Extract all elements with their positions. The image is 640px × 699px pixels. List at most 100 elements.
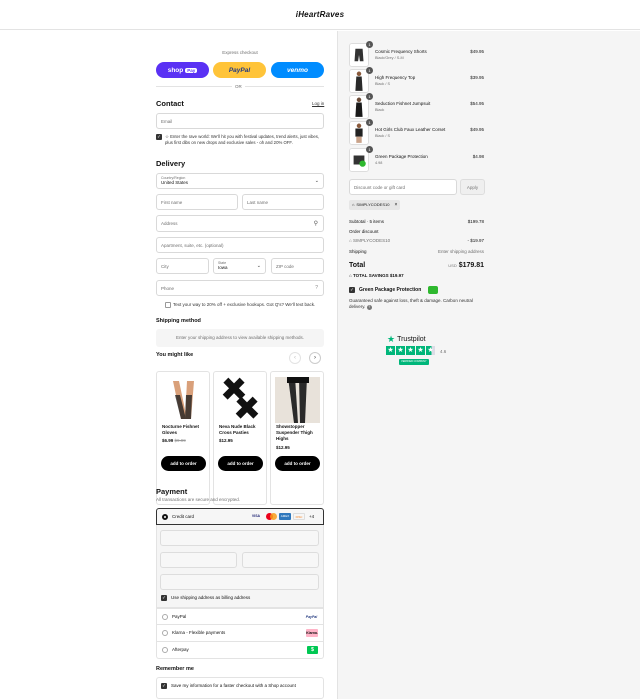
afterpay-option[interactable]: Afterpay $: [156, 642, 324, 659]
paypal-option[interactable]: PayPal PayPal: [156, 608, 324, 625]
shipping-method-notice: Enter your shipping address to view avai…: [156, 329, 324, 347]
marketing-optin-checkbox[interactable]: ✓: [156, 134, 162, 140]
star-icon: ★: [416, 346, 425, 355]
last-name-field[interactable]: Last name: [242, 194, 324, 210]
discount-tag: ⌂ SIMPLYCODES10 ×: [349, 200, 401, 210]
country-select[interactable]: Country/Region United States ⌄: [156, 173, 324, 189]
billing-same-label: Use shipping address as billing address: [171, 595, 251, 600]
shop-pay-label: shop: [167, 66, 184, 74]
cart-item: 1 Seduction Fishnet Jumpsuit Black: [349, 93, 485, 119]
carousel-prev-button[interactable]: ‹: [289, 352, 301, 364]
add-to-order-button[interactable]: add to order: [161, 456, 206, 471]
klarna-radio[interactable]: [162, 630, 168, 636]
upsell-title: You might like: [156, 352, 194, 358]
shop-pay-badge: Pay: [185, 67, 198, 73]
search-icon: ⚲: [313, 221, 318, 227]
remember-me-box: [156, 677, 324, 699]
upsell-card: Showstopper Suspender Thigh Highs $12.95…: [270, 371, 324, 505]
package-protection-checkbox[interactable]: ✓: [349, 287, 355, 293]
sms-optin-text: Text your way to 20% off + exclusive hoo…: [173, 302, 316, 307]
first-name-field[interactable]: First name: [156, 194, 238, 210]
trustpilot-rating-stars: ★ ★ ★ ★ ★: [386, 346, 435, 355]
expiry-field[interactable]: [160, 552, 237, 568]
afterpay-radio[interactable]: [162, 647, 168, 653]
shipping-label: Shipping: [349, 249, 367, 254]
add-to-order-button[interactable]: add to order: [275, 456, 320, 471]
klarna-option-label: Klarna - Flexible payments: [172, 630, 226, 635]
store-logo[interactable]: iHeartRaves: [0, 10, 640, 19]
venmo-button[interactable]: venmo: [271, 62, 324, 78]
afterpay-option-label: Afterpay: [172, 647, 189, 652]
mastercard-icon: [265, 513, 277, 520]
tag-icon: ⌂: [352, 202, 355, 207]
remove-discount-icon[interactable]: ×: [394, 200, 397, 210]
apply-discount-button[interactable]: Apply: [460, 179, 485, 195]
login-link[interactable]: Log in: [312, 101, 324, 106]
paypal-express-button[interactable]: PayPal: [213, 62, 266, 78]
discount-tag-code: SIMPLYCODES10: [356, 202, 390, 207]
billing-same-checkbox[interactable]: ✓: [161, 595, 167, 601]
shipping-value: Enter shipping address: [437, 249, 484, 254]
visa-icon: VISA: [251, 514, 261, 518]
save-info-checkbox[interactable]: ✓: [161, 683, 167, 689]
save-info-label: Save my information for a faster checkou…: [171, 683, 296, 688]
phone-field[interactable]: Phone?: [156, 280, 324, 296]
apartment-field[interactable]: Apartment, suite, etc. (optional): [156, 237, 324, 253]
address-field[interactable]: Address ⚲: [156, 215, 324, 232]
optin-text: ☆ Enter the rave world: We'll hit you wi…: [165, 134, 323, 146]
carousel-next-button[interactable]: ›: [309, 352, 321, 364]
city-field[interactable]: City: [156, 258, 209, 274]
item-name: Hot Girls Club Faux Leather Corset: [375, 127, 446, 132]
trustpilot-star-icon: ★: [387, 334, 396, 344]
klarna-option[interactable]: Klarna - Flexible payments Klarna.: [156, 625, 324, 642]
state-select[interactable]: State Iowa ⌄: [213, 258, 266, 274]
product-price: $6.99 $9.99: [162, 438, 186, 443]
trustpilot-score: 4.6: [440, 349, 447, 354]
zip-field[interactable]: ZIP code: [271, 258, 324, 274]
quantity-badge: 1: [366, 93, 373, 100]
item-name: Cosmic Frequency Shorts: [375, 49, 427, 54]
card-number-field[interactable]: [160, 530, 319, 546]
cart-item: 1 Cosmic Frequency Shorts Black/Grey / S…: [349, 41, 485, 67]
subtotal-value: $199.78: [467, 219, 484, 224]
pasties-image: [218, 377, 263, 423]
phone-placeholder: Phone: [161, 285, 175, 291]
subtotal-label: Subtotal · 5 items: [349, 219, 385, 224]
item-price: $49.95: [470, 49, 484, 54]
cart-item: 1 Green Package Protection 4.98: [349, 146, 485, 172]
package-protection-label: Green Package Protection: [359, 287, 422, 293]
total-amount: USD $179.81: [448, 262, 484, 269]
paypal-logo: PayPal: [305, 615, 318, 619]
item-variant: Black / S: [375, 82, 390, 86]
credit-card-label: Credit card: [172, 514, 195, 519]
discount-value: - $19.97: [467, 238, 484, 243]
discount-code-field[interactable]: Discount code or gift card: [349, 179, 457, 195]
credit-card-radio[interactable]: [162, 514, 168, 520]
address-placeholder: Address: [161, 221, 178, 226]
payment-title: Payment: [156, 487, 188, 496]
security-code-field[interactable]: [242, 552, 319, 568]
info-icon[interactable]: ?: [366, 305, 372, 310]
help-icon[interactable]: ?: [315, 285, 318, 291]
paypal-radio[interactable]: [162, 614, 168, 620]
klarna-logo: Klarna.: [306, 629, 318, 637]
sms-optin-checkbox[interactable]: [165, 302, 171, 308]
package-protection-text: Guaranteed safe against loss, theft & da…: [349, 298, 484, 310]
quantity-badge: 1: [366, 41, 373, 48]
subtotal-row: Subtotal · 5 items $199.78: [349, 219, 484, 224]
state-value: Iowa: [218, 265, 228, 270]
item-name: High Frequency Top: [375, 75, 416, 80]
sale-price: $6.99: [162, 438, 174, 443]
email-field[interactable]: Email: [156, 113, 324, 129]
credit-card-option[interactable]: Credit card VISA AMEX DISC +4: [156, 508, 324, 525]
quantity-badge: 1: [366, 146, 373, 153]
shipping-method-title: Shipping method: [156, 318, 201, 324]
shop-pay-button[interactable]: shop Pay: [156, 62, 209, 78]
item-variant: 4.98: [375, 161, 383, 165]
name-on-card-field[interactable]: [160, 574, 319, 590]
item-variant: Black/Grey / S-M: [375, 56, 404, 60]
order-discount-label: Order discount: [349, 229, 379, 234]
discount-code-label: SIMPLYCODES10: [352, 238, 391, 243]
product-price: $12.95: [276, 445, 290, 450]
add-to-order-button[interactable]: add to order: [218, 456, 263, 471]
